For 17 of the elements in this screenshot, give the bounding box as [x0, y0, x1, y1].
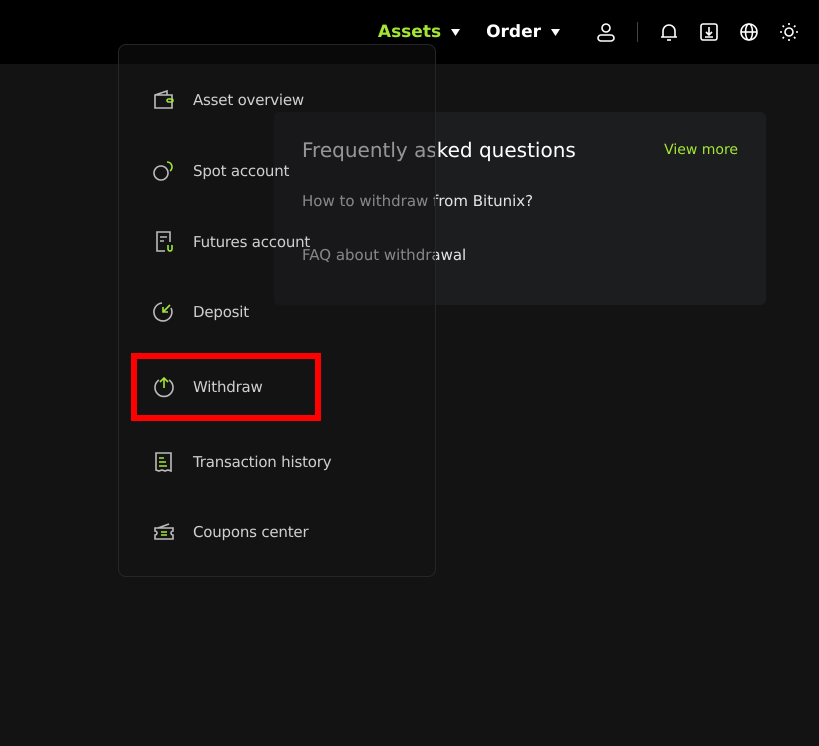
view-more-link[interactable]: View more: [664, 142, 738, 158]
faq-title: Frequently asked questions: [302, 138, 576, 162]
menu-item[interactable]: Spot account: [151, 159, 290, 184]
download-icon[interactable]: [698, 21, 720, 43]
menu-item[interactable]: Transaction history: [151, 450, 332, 474]
globe-icon[interactable]: [738, 21, 760, 43]
user-icon[interactable]: [595, 21, 617, 43]
nav-menu-button[interactable]: Assets: [378, 22, 460, 42]
bell-icon[interactable]: [658, 21, 680, 43]
menu-item[interactable]: Asset overview: [151, 88, 304, 112]
faq-question-link[interactable]: FAQ about withdrawal: [302, 246, 738, 264]
upload-icon: [151, 374, 177, 400]
menu-item[interactable]: Withdraw: [131, 353, 321, 422]
menu-item[interactable]: Coupons center: [151, 520, 308, 544]
menu-item[interactable]: Deposit: [151, 300, 249, 324]
nav-menu-button[interactable]: Order: [486, 22, 560, 42]
sun-icon[interactable]: [778, 21, 800, 43]
